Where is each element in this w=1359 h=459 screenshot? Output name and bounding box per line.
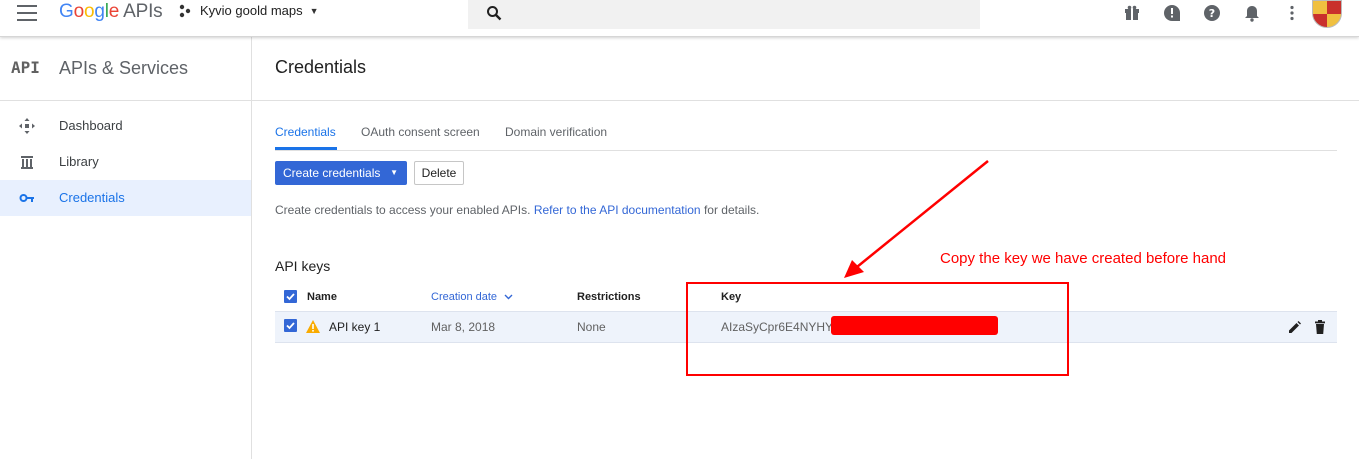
api-documentation-link[interactable]: Refer to the API documentation (534, 203, 701, 217)
column-header-name[interactable]: Name (307, 291, 337, 303)
search-bar[interactable] (468, 0, 980, 29)
sidebar-header: API APIs & Services (0, 37, 251, 101)
edit-pencil-icon[interactable] (1288, 320, 1302, 334)
logo-letter: G (59, 1, 74, 22)
dashboard-icon (19, 118, 35, 134)
api-key-name-link[interactable]: API key 1 (329, 320, 380, 334)
svg-text:?: ? (1209, 7, 1215, 20)
tab-oauth-consent-screen[interactable]: OAuth consent screen (361, 125, 480, 139)
delete-trash-icon[interactable] (1314, 320, 1326, 334)
key-icon (19, 194, 34, 202)
logo-letter: o (73, 1, 85, 22)
sidebar-item-library[interactable]: Library (0, 144, 251, 180)
hint-text: Create credentials to access your enable… (275, 203, 759, 217)
tab-bar: Credentials OAuth consent screen Domain … (275, 124, 1337, 151)
logo-suffix: APIs (123, 1, 163, 22)
google-apis-logo[interactable]: Google APIs (59, 1, 163, 23)
api-keys-heading: API keys (275, 258, 331, 274)
creation-date-cell: Mar 8, 2018 (431, 320, 496, 334)
create-credentials-button[interactable]: Create credentials ▼ (275, 161, 407, 185)
restrictions-cell: None (577, 320, 606, 334)
sidebar-item-label: Library (59, 154, 99, 169)
top-app-bar: Google APIs Kyvio goold maps ▼ ? (0, 0, 1359, 37)
help-icon[interactable]: ? (1203, 4, 1221, 22)
feedback-icon[interactable] (1163, 4, 1181, 22)
hint-text-suffix: for details. (703, 203, 760, 217)
logo-letter: g (94, 1, 105, 22)
column-header-label: Creation date (431, 291, 498, 303)
sidebar-item-dashboard[interactable]: Dashboard (0, 108, 251, 144)
tab-credentials[interactable]: Credentials (275, 125, 336, 139)
sidebar-item-credentials[interactable]: Credentials (0, 180, 251, 216)
avatar[interactable] (1312, 0, 1342, 28)
sidebar-title: APIs & Services (59, 58, 189, 78)
search-icon (487, 6, 502, 21)
divider (252, 100, 1359, 101)
chevron-down-icon: ▼ (309, 5, 319, 16)
project-dots-icon (179, 4, 191, 17)
page-title: Credentials (275, 57, 367, 77)
project-selector[interactable]: Kyvio goold maps ▼ (178, 3, 319, 18)
column-header-creation-date[interactable]: Creation date (431, 291, 513, 303)
sort-chevron-down-icon (504, 294, 513, 300)
delete-button[interactable]: Delete (414, 161, 464, 185)
logo-letter: o (83, 1, 95, 22)
notifications-icon[interactable] (1243, 4, 1261, 22)
row-checkbox[interactable] (284, 319, 297, 332)
annotation-highlight-box (686, 282, 1069, 376)
more-vert-icon[interactable] (1283, 4, 1301, 22)
gift-icon[interactable] (1123, 4, 1141, 22)
api-badge-icon: API (11, 58, 40, 77)
logo-letter: e (108, 1, 120, 22)
warning-icon (306, 320, 320, 333)
active-tab-indicator (275, 147, 337, 150)
sidebar-item-label: Credentials (59, 190, 125, 205)
sidebar-item-label: Dashboard (59, 118, 123, 133)
column-header-restrictions[interactable]: Restrictions (577, 291, 641, 303)
main-menu-icon[interactable] (17, 5, 37, 21)
select-all-checkbox[interactable] (284, 290, 297, 303)
hint-text-body: Create credentials to access your enable… (275, 203, 531, 217)
caret-down-icon: ▼ (390, 168, 398, 177)
project-name: Kyvio goold maps (200, 3, 303, 18)
left-sidebar: API APIs & Services Dashboard Library Cr… (0, 37, 252, 459)
annotation-arrow-icon (844, 160, 989, 278)
tab-domain-verification[interactable]: Domain verification (505, 125, 607, 139)
create-credentials-label: Create credentials (283, 166, 381, 180)
library-icon (21, 156, 33, 169)
